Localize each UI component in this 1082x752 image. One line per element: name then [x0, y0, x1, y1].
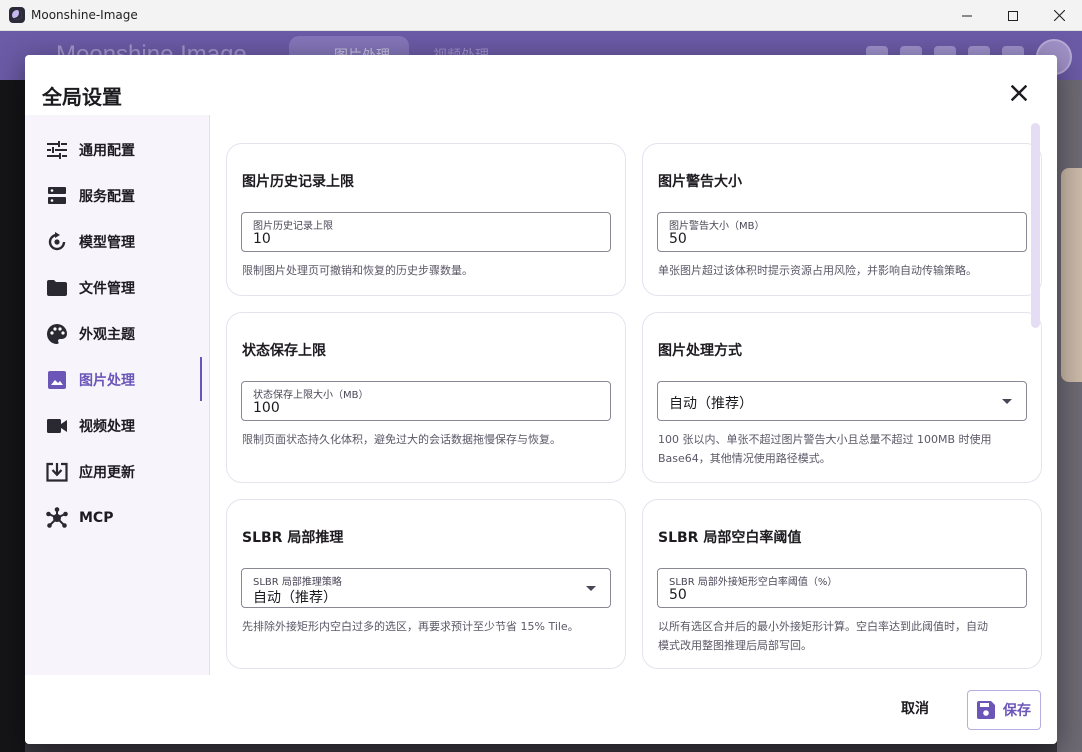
close-window-button[interactable]	[1036, 0, 1082, 31]
slbr-threshold-field[interactable]: SLBR 局部外接矩形空白率阈值（%） 50	[657, 568, 1027, 608]
background-right	[1057, 80, 1082, 752]
window-title: Moonshine-Image	[31, 8, 138, 22]
nav-item-label: 文件管理	[79, 281, 135, 297]
warn-size-field[interactable]: 图片警告大小（MB） 50	[657, 212, 1027, 252]
card-description: 单张图片超过该体积时提示资源占用风险，并影响自动传输策略。	[658, 264, 977, 277]
field-label: SLBR 局部推理策略	[253, 577, 342, 588]
desc-line: 模式改用整图推理后局部写回。	[658, 639, 812, 652]
nav-item-label: 外观主题	[79, 327, 135, 343]
card-slbr-threshold: SLBR 局部空白率阈值 SLBR 局部外接矩形空白率阈值（%） 50 以所有选…	[642, 499, 1042, 669]
save-label: 保存	[1003, 703, 1031, 719]
nav-item-video-processing[interactable]: 视频处理	[25, 403, 210, 449]
card-description: 100 张以内、单张不超过图片警告大小且总量不超过 100MB 时使用 Base…	[658, 430, 1030, 468]
field-label: 图片警告大小（MB）	[669, 221, 765, 232]
card-title: 图片历史记录上限	[242, 174, 354, 190]
dropdown-arrow-icon	[1002, 399, 1012, 404]
card-description: 限制图片处理页可撤销和恢复的历史步骤数量。	[242, 264, 473, 277]
nav-item-mcp[interactable]: MCP	[25, 495, 210, 541]
model-sync-icon	[45, 230, 69, 254]
nav-item-general[interactable]: 通用配置	[25, 127, 210, 173]
card-slbr-infer: SLBR 局部推理 SLBR 局部推理策略 自动（推荐） 先排除外接矩形内空白过…	[226, 499, 626, 669]
nav-item-theme[interactable]: 外观主题	[25, 311, 210, 357]
desc-line: Base64，其他情况使用路径模式。	[658, 452, 831, 465]
nav-item-label: 图片处理	[79, 373, 135, 389]
dialog-close-button[interactable]	[1005, 79, 1033, 107]
minimize-icon	[962, 15, 972, 16]
card-title: 图片警告大小	[658, 174, 742, 190]
palette-icon	[45, 322, 69, 346]
field-label: SLBR 局部外接矩形空白率阈值（%）	[669, 577, 838, 588]
history-limit-field[interactable]: 图片历史记录上限 10	[241, 212, 611, 252]
maximize-button[interactable]	[990, 0, 1036, 31]
nav-item-label: 应用更新	[79, 465, 135, 481]
nav-item-label: 通用配置	[79, 143, 135, 159]
state-save-field[interactable]: 状态保存上限大小（MB） 100	[241, 381, 611, 421]
card-state-save: 状态保存上限 状态保存上限大小（MB） 100 限制页面状态持久化体积，避免过大…	[226, 312, 626, 483]
dropdown-arrow-icon	[586, 586, 596, 591]
save-icon	[977, 701, 995, 719]
dialog-title: 全局设置	[42, 85, 122, 109]
card-description: 限制页面状态持久化体积，避免过大的会话数据拖慢保存与恢复。	[242, 433, 561, 446]
card-title: SLBR 局部空白率阈值	[658, 530, 802, 546]
content-scrollbar[interactable]	[1031, 123, 1040, 328]
hub-icon	[45, 506, 69, 530]
field-value: 100	[253, 400, 280, 416]
window-titlebar: Moonshine-Image	[0, 0, 1082, 31]
card-title: 状态保存上限	[242, 343, 326, 359]
card-process-mode: 图片处理方式 自动（推荐） 100 张以内、单张不超过图片警告大小且总量不超过 …	[642, 312, 1042, 483]
folder-icon	[45, 276, 69, 300]
settings-content: 图片历史记录上限 图片历史记录上限 10 限制图片处理页可撤销和恢复的历史步骤数…	[210, 115, 1057, 675]
field-value: 50	[669, 587, 687, 603]
select-value: 自动（推荐）	[669, 396, 753, 412]
close-icon	[1011, 85, 1027, 101]
background-bottom	[25, 744, 1057, 752]
save-button[interactable]: 保存	[967, 690, 1041, 730]
maximize-icon	[1008, 10, 1018, 21]
nav-item-label: 视频处理	[79, 419, 135, 435]
nav-item-update[interactable]: 应用更新	[25, 449, 210, 495]
card-description: 先排除外接矩形内空白过多的选区，再要求预计至少节省 15% Tile。	[242, 620, 579, 633]
select-value: 自动（推荐）	[253, 590, 337, 606]
settings-nav: 通用配置 服务配置 模型管理 文件管理 外观主题 图片处理 视频处理 应用更新 …	[25, 115, 210, 675]
nav-item-model[interactable]: 模型管理	[25, 219, 210, 265]
nav-item-image-processing[interactable]: 图片处理	[25, 357, 210, 403]
settings-dialog: 全局设置 通用配置 服务配置 模型管理 文件管理 外观主题 图片处理 视频处理 …	[25, 55, 1057, 744]
nav-item-label: MCP	[79, 510, 114, 526]
app-logo-icon	[9, 7, 25, 23]
card-description: 以所有选区合并后的最小外接矩形计算。空白率达到此阈值时，自动 模式改用整图推理后…	[658, 617, 1030, 655]
minimize-button[interactable]	[944, 0, 990, 31]
card-warn-size: 图片警告大小 图片警告大小（MB） 50 单张图片超过该体积时提示资源占用风险，…	[642, 143, 1042, 296]
field-label: 图片历史记录上限	[253, 221, 333, 232]
nav-item-label: 服务配置	[79, 189, 135, 205]
download-box-icon	[45, 460, 69, 484]
cancel-button[interactable]: 取消	[901, 698, 929, 718]
nav-item-label: 模型管理	[79, 235, 135, 251]
nav-item-files[interactable]: 文件管理	[25, 265, 210, 311]
image-icon	[45, 368, 69, 392]
field-value: 50	[669, 231, 687, 247]
window-controls	[944, 0, 1082, 31]
background-panel	[1061, 168, 1082, 382]
field-value: 10	[253, 231, 271, 247]
process-mode-select[interactable]: 自动（推荐）	[657, 381, 1027, 421]
server-icon	[45, 184, 69, 208]
card-title: SLBR 局部推理	[242, 530, 344, 546]
tune-icon	[45, 138, 69, 162]
nav-item-service[interactable]: 服务配置	[25, 173, 210, 219]
close-icon	[1053, 10, 1065, 21]
card-history-limit: 图片历史记录上限 图片历史记录上限 10 限制图片处理页可撤销和恢复的历史步骤数…	[226, 143, 626, 296]
background-left	[0, 80, 25, 752]
desc-line: 100 张以内、单张不超过图片警告大小且总量不超过 100MB 时使用	[658, 433, 992, 446]
field-label: 状态保存上限大小（MB）	[253, 390, 369, 401]
card-title: 图片处理方式	[658, 343, 742, 359]
slbr-infer-select[interactable]: SLBR 局部推理策略 自动（推荐）	[241, 568, 611, 608]
desc-line: 以所有选区合并后的最小外接矩形计算。空白率达到此阈值时，自动	[658, 620, 988, 633]
videocam-icon	[45, 414, 69, 438]
